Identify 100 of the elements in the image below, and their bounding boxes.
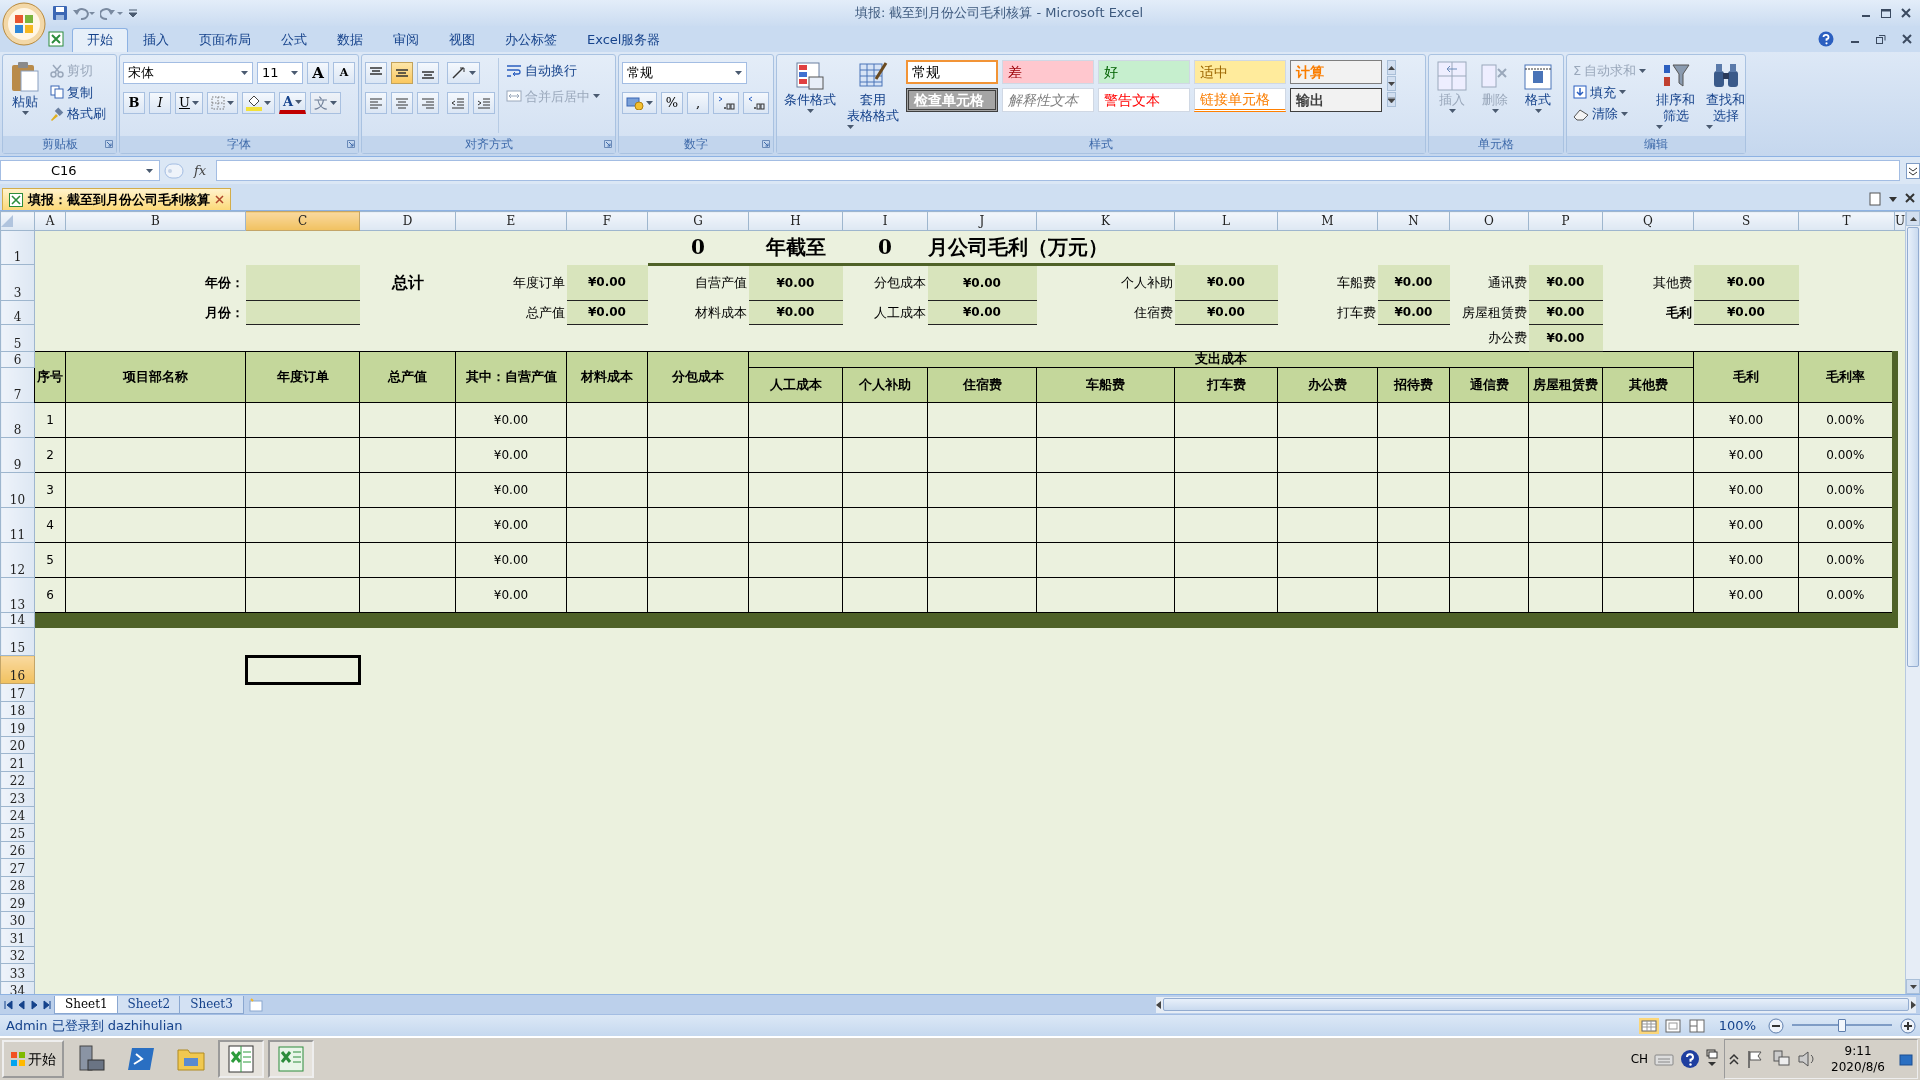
sheet-tab[interactable]: Sheet1 — [54, 995, 119, 1014]
chevron-up-icon[interactable] — [1729, 1053, 1740, 1065]
sheet-tab[interactable]: Sheet3 — [179, 995, 244, 1014]
redo-icon[interactable] — [100, 5, 124, 21]
row-header[interactable]: 10 — [0, 472, 35, 508]
zoom-in-icon[interactable] — [1900, 1017, 1916, 1034]
percent-button[interactable]: % — [661, 92, 683, 114]
language-indicator[interactable]: CH — [1630, 1051, 1649, 1067]
column-header[interactable]: J — [927, 211, 1037, 231]
fill-button[interactable]: 填充 — [1570, 83, 1650, 102]
insert-function-button[interactable]: fx — [188, 162, 213, 179]
row-header[interactable]: 9 — [0, 437, 35, 473]
formula-input[interactable] — [216, 160, 1900, 181]
ribbon-tab[interactable]: 公式 — [266, 28, 322, 52]
taskbar-app[interactable] — [268, 1040, 314, 1078]
row-header[interactable]: 5 — [0, 324, 35, 352]
help-icon[interactable] — [1680, 1049, 1701, 1069]
help-icon[interactable] — [1818, 31, 1834, 47]
dialog-launcher-icon[interactable] — [347, 140, 355, 148]
conditional-format-button[interactable]: 条件格式 — [780, 58, 840, 133]
more-styles-button[interactable] — [1387, 92, 1396, 107]
column-header[interactable]: D — [359, 211, 456, 231]
ribbon-tab[interactable]: 插入 — [128, 28, 184, 52]
restore-icon[interactable] — [1876, 34, 1886, 44]
format-as-table-button[interactable]: 套用 表格格式 — [843, 58, 903, 133]
vertical-align-button[interactable] — [417, 62, 439, 84]
save-icon[interactable] — [52, 5, 68, 21]
vertical-align-button[interactable] — [391, 62, 413, 84]
increase-decimal-button[interactable] — [713, 92, 739, 114]
increase-indent-button[interactable] — [473, 92, 495, 114]
font-name-field[interactable]: 宋体 — [123, 62, 253, 84]
horizontal-align-button[interactable] — [391, 92, 413, 114]
vertical-align-button[interactable] — [365, 62, 387, 84]
customize-toolbar-icon[interactable] — [128, 8, 138, 18]
zoom-out-icon[interactable] — [1768, 1017, 1784, 1034]
row-header[interactable]: 11 — [0, 507, 35, 543]
decrease-decimal-button[interactable] — [743, 92, 769, 114]
column-header[interactable]: G — [647, 211, 749, 231]
column-header[interactable]: S — [1693, 211, 1799, 231]
sheet-tab[interactable]: Sheet2 — [116, 995, 182, 1014]
cell-style-option[interactable]: 常规 — [906, 60, 998, 84]
fill-color-button[interactable] — [241, 92, 275, 114]
font-size-field[interactable]: 11 — [257, 62, 303, 84]
row-header[interactable]: 16 — [0, 655, 35, 684]
scrollbar-thumb[interactable] — [1163, 998, 1909, 1011]
wrap-text-button[interactable]: 自动换行 — [503, 62, 603, 80]
format-button[interactable]: 格式 — [1518, 58, 1558, 133]
zoom-level[interactable]: 100% — [1718, 1017, 1756, 1034]
column-header[interactable]: Q — [1602, 211, 1694, 231]
scrollbar-thumb[interactable] — [1907, 227, 1919, 667]
number-format-field[interactable]: 常规 — [622, 62, 747, 84]
row-header[interactable]: 12 — [0, 542, 35, 578]
cell-style-option[interactable]: 适中 — [1194, 60, 1286, 84]
normal-view-icon[interactable] — [1638, 1017, 1659, 1034]
last-sheet-icon[interactable] — [43, 999, 52, 1010]
column-header[interactable]: I — [842, 211, 928, 231]
ribbon-tab[interactable]: 开始 — [72, 28, 128, 52]
ribbon-tab[interactable]: 数据 — [322, 28, 378, 52]
close-icon[interactable] — [1902, 34, 1912, 44]
first-sheet-icon[interactable] — [4, 999, 13, 1010]
row-header[interactable]: 3 — [0, 264, 35, 301]
column-header[interactable]: A — [34, 211, 66, 231]
column-header[interactable]: H — [748, 211, 843, 231]
dialog-launcher-icon[interactable] — [762, 140, 770, 148]
cell-style-option[interactable]: 好 — [1098, 60, 1190, 84]
column-header[interactable]: E — [455, 211, 567, 231]
start-button[interactable]: 开始 — [2, 1040, 64, 1078]
clear-button[interactable]: 清除 — [1570, 105, 1650, 123]
column-header[interactable]: N — [1377, 211, 1450, 231]
previous-sheet-icon[interactable] — [17, 999, 26, 1010]
row-header[interactable]: 13 — [0, 577, 35, 613]
horizontal-scrollbar[interactable] — [1156, 996, 1916, 1013]
row-header[interactable]: 8 — [0, 402, 35, 438]
selected-cell[interactable] — [245, 655, 360, 684]
scroll-down-button[interactable] — [1387, 76, 1396, 91]
ribbon-tab[interactable]: 页面布局 — [184, 28, 266, 52]
ribbon-tab[interactable]: Excel服务器 — [572, 28, 676, 52]
cell-style-option[interactable]: 输出 — [1290, 88, 1382, 112]
copy-button[interactable]: 复制 — [47, 83, 109, 102]
next-sheet-icon[interactable] — [30, 999, 39, 1010]
column-header[interactable]: O — [1449, 211, 1529, 231]
column-header[interactable]: P — [1528, 211, 1603, 231]
page-layout-icon[interactable] — [1662, 1017, 1683, 1034]
scroll-up-button[interactable] — [1387, 60, 1396, 75]
row-header[interactable]: 7 — [0, 367, 35, 403]
cell-style-option[interactable]: 警告文本 — [1098, 88, 1190, 112]
year-field[interactable] — [245, 264, 360, 301]
ribbon-tab[interactable]: 视图 — [434, 28, 490, 52]
ribbon-tab[interactable]: 审阅 — [378, 28, 434, 52]
column-header[interactable]: T — [1798, 211, 1895, 231]
currency-format-button[interactable] — [622, 92, 657, 114]
find-select-button[interactable]: 查找和 选择 — [1702, 58, 1750, 133]
horizontal-align-button[interactable] — [417, 92, 439, 114]
vertical-scrollbar[interactable] — [1905, 211, 1920, 994]
row-header[interactable]: 4 — [0, 300, 35, 325]
column-header[interactable]: C — [245, 211, 360, 231]
column-header[interactable]: L — [1174, 211, 1278, 231]
column-header[interactable]: M — [1277, 211, 1378, 231]
grow-font-button[interactable]: A — [307, 62, 329, 84]
close-icon[interactable] — [1904, 192, 1916, 204]
